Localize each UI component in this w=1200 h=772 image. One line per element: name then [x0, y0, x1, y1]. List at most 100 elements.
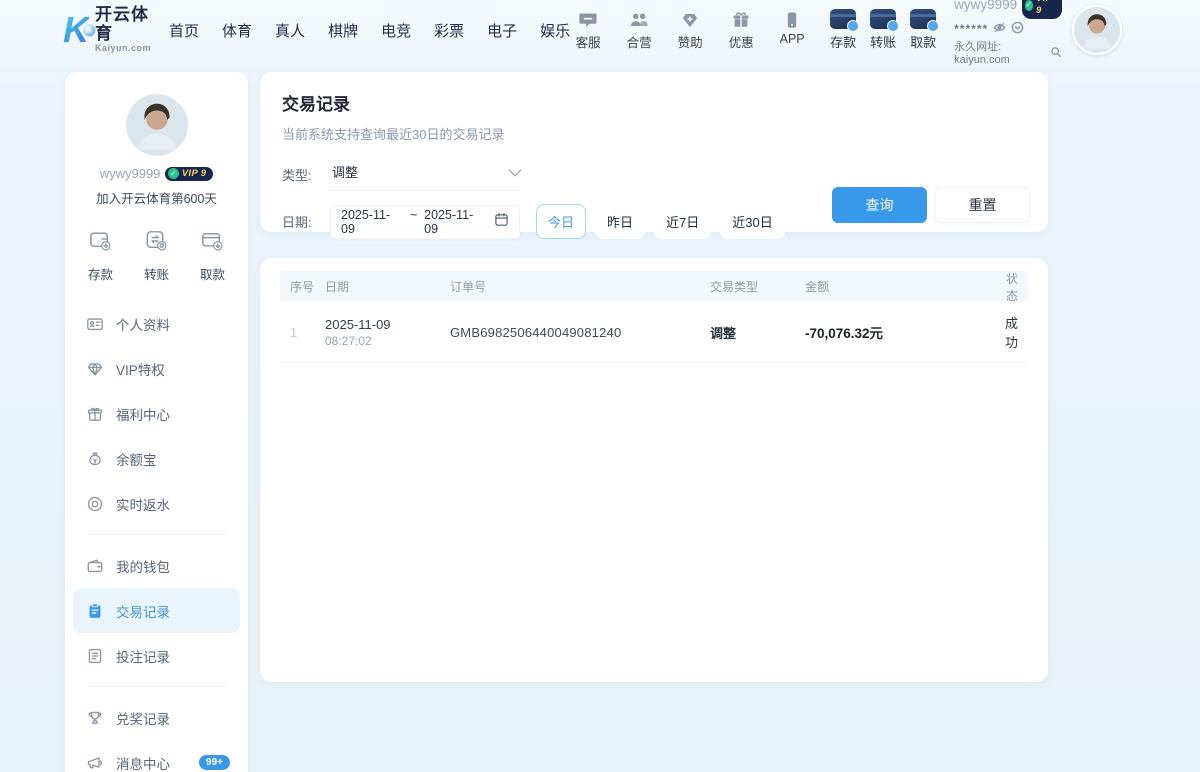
nav-board-games[interactable]: 棋牌: [328, 20, 358, 41]
service-sponsor[interactable]: 赞助: [672, 10, 708, 51]
filter-actions: 查询 重置: [832, 187, 1030, 223]
quick-actions: 存款 转账 取款: [65, 227, 248, 283]
chevron-down-icon: [509, 164, 522, 177]
logo-k-icon: K: [63, 12, 89, 48]
join-days-note: 加入开云体育第600天: [65, 188, 248, 207]
row-status: 成功: [995, 313, 1028, 351]
site-note: 永久网址: kaiyun.com: [954, 41, 1046, 69]
gem-icon: [86, 360, 104, 378]
sidebar-item-prizes[interactable]: 兑奖记录: [73, 695, 240, 740]
eye-off-icon[interactable]: [993, 20, 1006, 40]
range-7days-button[interactable]: 近7日: [654, 204, 711, 239]
row-index: 1: [280, 325, 325, 340]
chat-icon: [578, 10, 598, 30]
range-30days-button[interactable]: 近30日: [720, 204, 784, 239]
quick-range-group: 今日 昨日 近7日 近30日: [536, 204, 785, 239]
deposit-icon: [87, 227, 114, 259]
col-index: 序号: [280, 278, 325, 295]
message-count-badge: 99+: [199, 755, 230, 770]
quick-withdraw[interactable]: 取款: [199, 227, 226, 283]
id-card-icon: [86, 315, 104, 333]
row-amount: -70,076.32元: [805, 322, 995, 342]
sidebar-item-vip[interactable]: VIP特权: [73, 346, 240, 391]
header-transfer[interactable]: 转账: [870, 9, 896, 51]
type-select[interactable]: 调整: [330, 158, 520, 191]
vip-badge: ✓ VIP 9: [1022, 0, 1061, 19]
trophy-icon: [86, 709, 104, 727]
table-header-row: 序号 日期 订单号 交易类型 金额 状态: [280, 271, 1028, 302]
date-start: 2025-11-09: [341, 208, 403, 236]
sidebar-avatar[interactable]: [126, 94, 188, 156]
vip-shield-icon: ✓: [168, 168, 179, 179]
sidebar-item-messages[interactable]: 消息中心 99+: [73, 740, 240, 772]
brand-name: 开云体育: [95, 6, 151, 43]
magnifier-icon[interactable]: [1050, 46, 1062, 63]
sidebar-item-bets[interactable]: 投注记录: [73, 633, 240, 678]
withdraw-card-icon: [910, 9, 936, 29]
username: wywy9999: [954, 0, 1017, 14]
logo-text: 开云体育 Kaiyun.com: [95, 6, 151, 53]
page-subtitle: 当前系统支持查询最近30日的交易记录: [282, 124, 1026, 143]
range-yesterday-button[interactable]: 昨日: [595, 204, 645, 239]
gift-outline-icon: [86, 405, 104, 423]
type-selected-value: 调整: [332, 162, 358, 181]
nav-lottery[interactable]: 彩票: [434, 20, 464, 41]
table-row[interactable]: 1 2025-11-09 08:27:02 GMB698250644004908…: [280, 302, 1028, 363]
header-withdraw[interactable]: 取款: [910, 9, 936, 51]
wallet-icon: [86, 557, 104, 575]
service-links: 客服 合营 赞助 优惠: [570, 10, 810, 51]
wallet-links: 存款 转账 取款: [830, 9, 936, 51]
date-end: 2025-11-09: [424, 208, 486, 236]
brand-domain: Kaiyun.com: [95, 44, 151, 54]
refresh-circle-icon[interactable]: [1011, 20, 1024, 40]
user-avatar[interactable]: [1072, 5, 1122, 55]
sidebar-item-profile[interactable]: 个人资料: [73, 301, 240, 346]
nav-entertainment[interactable]: 娱乐: [540, 20, 570, 41]
quick-deposit[interactable]: 存款: [87, 227, 114, 283]
reset-button[interactable]: 重置: [935, 187, 1030, 223]
divider: [87, 534, 226, 535]
sidebar: wywy9999 ✓ VIP 9 加入开云体育第600天 存款 转账: [65, 72, 248, 772]
sidebar-item-transactions[interactable]: 交易记录: [73, 588, 240, 633]
service-promo[interactable]: 优惠: [723, 10, 759, 51]
sidebar-menu: 个人资料 VIP特权 福利中心 余额宝: [65, 301, 248, 772]
sidebar-item-welfare[interactable]: 福利中心: [73, 391, 240, 436]
service-partners[interactable]: 合营: [621, 10, 657, 51]
top-bar: K 开云体育 Kaiyun.com 首页 体育 真人 棋牌 电竞 彩票 电子 娱…: [0, 0, 1200, 60]
calendar-icon: [494, 212, 509, 232]
header-deposit[interactable]: 存款: [830, 9, 856, 51]
nav-slots[interactable]: 电子: [487, 20, 517, 41]
brand-logo[interactable]: K 开云体育 Kaiyun.com: [63, 6, 151, 53]
service-app[interactable]: APP: [774, 10, 810, 51]
partners-icon: [629, 10, 649, 30]
nav-home[interactable]: 首页: [169, 20, 199, 41]
divider: [87, 686, 226, 687]
transfer-icon: [143, 227, 170, 259]
transfer-card-icon: [870, 9, 896, 29]
nav-esports[interactable]: 电竞: [381, 20, 411, 41]
date-separator: ~: [410, 208, 417, 236]
nav-sports[interactable]: 体育: [222, 20, 252, 41]
records-table-card: 序号 日期 订单号 交易类型 金额 状态 1 2025-11-09 08:27:…: [260, 258, 1048, 682]
withdraw-icon: [199, 227, 226, 259]
sidebar-item-yuebao[interactable]: 余额宝: [73, 436, 240, 481]
sidebar-item-wallet[interactable]: 我的钱包: [73, 543, 240, 588]
range-today-button[interactable]: 今日: [536, 204, 586, 239]
date-range-input[interactable]: 2025-11-09 ~ 2025-11-09: [330, 205, 520, 239]
megaphone-icon: [86, 754, 104, 772]
deposit-card-icon: [830, 9, 856, 29]
type-label: 类型:: [282, 165, 330, 184]
sidebar-item-rebate[interactable]: 实时返水: [73, 481, 240, 526]
vip-shield-icon: ✓: [1025, 0, 1033, 11]
search-button[interactable]: 查询: [832, 187, 927, 223]
user-block: wywy9999 ✓ VIP 9 ****** 永久网址: kaiyun.com: [954, 0, 1061, 68]
quick-transfer[interactable]: 转账: [143, 227, 170, 283]
transaction-record-icon: [86, 602, 104, 620]
masked-balance: ******: [954, 22, 988, 37]
nav-live-casino[interactable]: 真人: [275, 20, 305, 41]
row-type: 调整: [710, 323, 805, 342]
service-support[interactable]: 客服: [570, 10, 606, 51]
rebate-icon: [86, 495, 104, 513]
filter-card: 交易记录 当前系统支持查询最近30日的交易记录 类型: 调整 日期: 2025-…: [260, 72, 1048, 232]
money-bag-icon: [86, 450, 104, 468]
